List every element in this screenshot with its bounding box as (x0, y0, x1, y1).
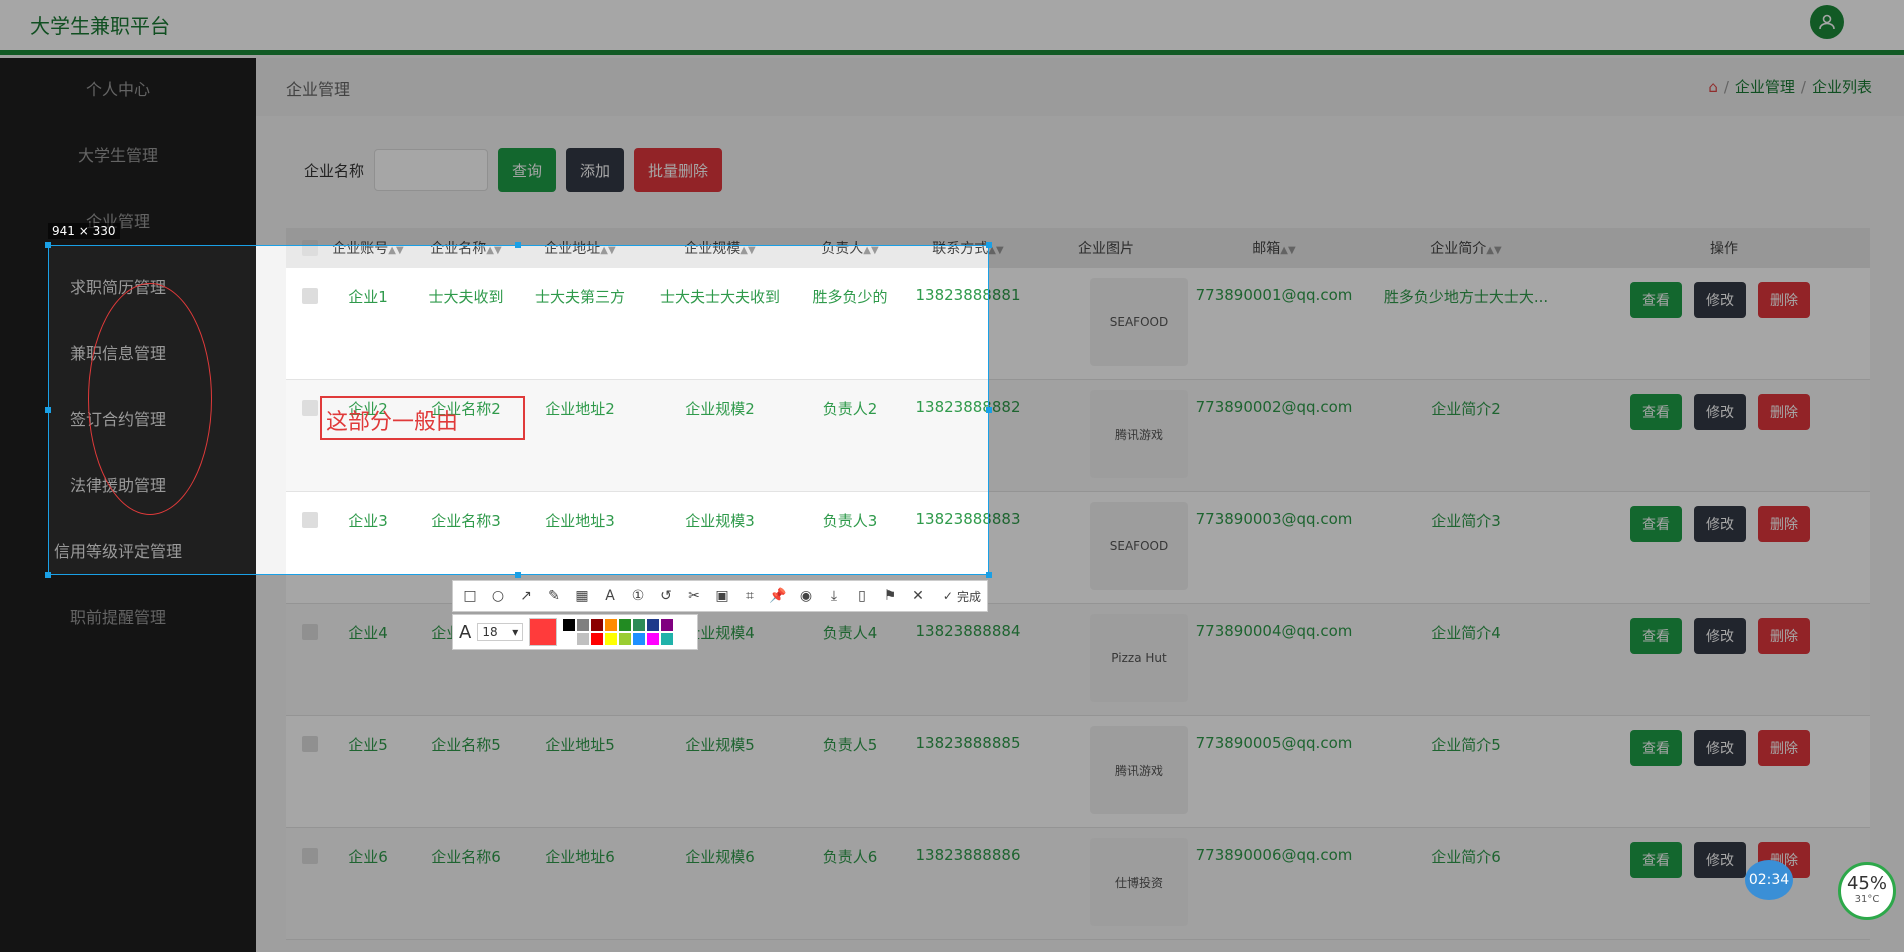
resize-handle[interactable] (515, 242, 521, 248)
selected-color-swatch[interactable] (529, 618, 558, 646)
color-swatch[interactable] (633, 619, 646, 631)
pen-tool-icon[interactable]: ✎ (543, 588, 565, 604)
serial-number-icon[interactable]: ① (627, 588, 649, 604)
phone-icon[interactable]: ▯ (851, 588, 873, 604)
dim-overlay (0, 575, 1904, 952)
timer-widget[interactable]: 02:34 (1745, 860, 1793, 900)
color-swatch[interactable] (577, 619, 590, 631)
color-swatch[interactable] (661, 619, 674, 631)
color-swatch[interactable] (661, 633, 674, 645)
cut-icon[interactable]: ✂ (683, 588, 705, 604)
performance-widget[interactable]: 45% 31°C (1838, 862, 1896, 920)
color-swatch[interactable] (619, 619, 632, 631)
ellipse-tool-icon[interactable]: ○ (487, 588, 509, 604)
download-icon[interactable]: ⤓ (823, 588, 845, 604)
resize-handle[interactable] (986, 572, 992, 578)
color-swatch[interactable] (619, 633, 632, 645)
dim-overlay (989, 245, 1904, 575)
annotation-ellipse[interactable] (88, 283, 212, 515)
pin-icon[interactable]: 📌 (767, 588, 789, 604)
annotation-text[interactable]: 这部分一般由 (326, 404, 458, 436)
font-icon: A (459, 621, 472, 643)
text-tool-icon[interactable]: A (599, 588, 621, 604)
ocr-icon[interactable]: ▣ (711, 588, 733, 604)
dim-overlay (0, 245, 48, 575)
color-swatch[interactable] (633, 633, 646, 645)
resize-handle[interactable] (45, 572, 51, 578)
text-style-bar: A 18 ▾ (452, 614, 698, 650)
perf-percent: 45% (1846, 873, 1887, 894)
color-swatch[interactable] (577, 633, 590, 645)
translate-icon[interactable]: ⌗ (739, 588, 761, 604)
resize-handle[interactable] (515, 572, 521, 578)
color-swatch[interactable] (605, 619, 618, 631)
screenshot-toolbar: □ ○ ↗ ✎ ▦ A ① ↺ ✂ ▣ ⌗ 📌 ◉ ⤓ ▯ ⚑ ✕ ✓ 完成 (452, 580, 988, 612)
check-icon: ✓ (942, 589, 953, 603)
chevron-down-icon: ▾ (512, 625, 519, 639)
resize-handle[interactable] (986, 242, 992, 248)
color-palette (563, 619, 674, 645)
close-icon[interactable]: ✕ (907, 588, 929, 604)
color-swatch[interactable] (605, 633, 618, 645)
color-swatch[interactable] (563, 619, 576, 631)
color-swatch[interactable] (647, 633, 660, 645)
font-size-select[interactable]: 18 ▾ (477, 623, 524, 641)
resize-handle[interactable] (45, 242, 51, 248)
rectangle-tool-icon[interactable]: □ (459, 588, 481, 604)
mosaic-tool-icon[interactable]: ▦ (571, 588, 593, 604)
resize-handle[interactable] (986, 407, 992, 413)
color-swatch[interactable] (647, 619, 660, 631)
resize-handle[interactable] (45, 407, 51, 413)
bookmark-icon[interactable]: ⚑ (879, 588, 901, 604)
color-swatch[interactable] (563, 633, 576, 645)
done-button[interactable]: ✓ 完成 (943, 588, 981, 605)
color-swatch[interactable] (591, 619, 604, 631)
undo-icon[interactable]: ↺ (655, 588, 677, 604)
record-icon[interactable]: ◉ (795, 588, 817, 604)
temperature: 31°C (1854, 894, 1880, 905)
color-swatch[interactable] (591, 633, 604, 645)
dim-overlay (0, 0, 1904, 245)
selection-size-label: 941 × 330 (48, 223, 120, 239)
arrow-tool-icon[interactable]: ↗ (515, 588, 537, 604)
